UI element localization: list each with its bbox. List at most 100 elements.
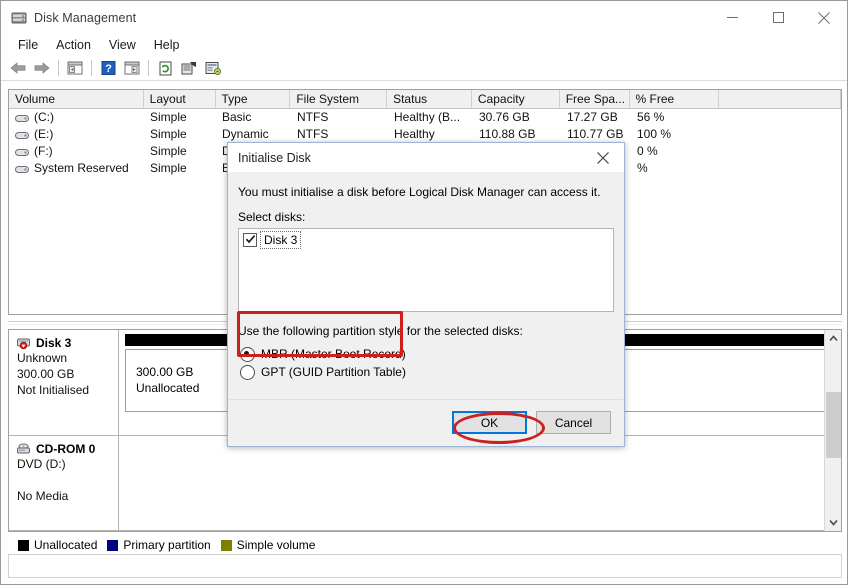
disk-drive-letter: DVD (D:) — [17, 457, 66, 471]
disk-name: CD-ROM 0 — [36, 442, 96, 456]
disk-info: Disk 3 Unknown 300.00 GB Not Initialised — [9, 330, 119, 436]
column-header-capacity[interactable]: Capacity — [472, 90, 560, 108]
volume-label: (C:) — [34, 110, 54, 124]
legend-swatch — [18, 539, 29, 551]
column-header-free-space[interactable]: Free Spa... — [560, 90, 630, 108]
column-header-status[interactable]: Status — [387, 90, 472, 108]
toolbar: ? — [1, 56, 847, 81]
disk-offline-icon — [17, 337, 34, 350]
menu-file[interactable]: File — [9, 36, 47, 54]
legend-swatch — [107, 539, 119, 551]
column-header-blank[interactable] — [719, 90, 841, 108]
ok-button[interactable]: OK — [452, 411, 527, 434]
radio-gpt[interactable] — [240, 364, 255, 380]
svg-text:?: ? — [105, 63, 112, 75]
graphical-view-scrollbar[interactable] — [824, 330, 841, 531]
capacity-cell: 30.76 GB — [479, 110, 530, 124]
column-header-volume[interactable]: Volume — [9, 90, 144, 108]
dialog-body: You must initialise a disk before Logica… — [228, 172, 624, 431]
file-system-cell: NTFS — [297, 110, 329, 124]
legend-bar: Unallocated Primary partition Simple vol… — [8, 534, 842, 555]
column-header-layout[interactable]: Layout — [144, 90, 216, 108]
toolbar-separator — [148, 60, 149, 76]
help-icon[interactable]: ? — [96, 57, 120, 79]
volume-list-header: Volume Layout Type File System Status Ca… — [9, 90, 841, 109]
dialog-title-bar: Initialise Disk — [228, 143, 624, 172]
volume-label: (E:) — [34, 127, 54, 141]
close-button[interactable] — [801, 1, 847, 34]
volume-icon — [15, 163, 30, 174]
scroll-thumb[interactable] — [826, 392, 841, 458]
volume-cell: (E:) — [9, 126, 144, 143]
radio-option-gpt[interactable]: GPT (GUID Partition Table) — [240, 363, 614, 381]
legend-item-primary-partition: Primary partition — [107, 538, 211, 552]
percent-free-cell: 100 % — [637, 127, 672, 141]
dialog-description: You must initialise a disk before Logica… — [238, 185, 601, 199]
status-bar — [8, 554, 842, 578]
type-cell: Dynamic — [222, 127, 269, 141]
initialise-disk-dialog: Initialise Disk You must initialise a di… — [227, 142, 625, 447]
show-hide-console-tree-icon[interactable] — [63, 57, 87, 79]
status-cell: Healthy (B... — [394, 110, 461, 124]
table-row[interactable]: (E:) Simple Dynamic NTFS Healthy 110.88 … — [9, 126, 841, 143]
free-space-cell: 17.27 GB — [567, 110, 618, 124]
disk-list-item-label: Disk 3 — [259, 231, 302, 249]
dialog-footer: OK Cancel — [229, 399, 623, 445]
column-header-percent-free[interactable]: % Free — [630, 90, 720, 108]
disk-init-state: Not Initialised — [17, 383, 90, 397]
disk-capacity: 300.00 GB — [17, 367, 75, 381]
forward-arrow-icon[interactable] — [30, 57, 54, 79]
disk-checkbox[interactable] — [243, 233, 257, 247]
percent-free-cell: % — [637, 161, 648, 175]
maximize-button[interactable] — [755, 1, 801, 34]
volume-cell: (C:) — [9, 109, 144, 126]
dialog-close-button[interactable] — [582, 143, 624, 172]
back-arrow-icon[interactable] — [6, 57, 30, 79]
legend-swatch — [220, 539, 232, 551]
file-system-cell: NTFS — [297, 127, 329, 141]
menu-view[interactable]: View — [100, 36, 145, 54]
disk-name: Disk 3 — [36, 336, 72, 350]
layout-cell: Simple — [150, 144, 187, 158]
layout-cell: Simple — [150, 161, 187, 175]
volume-icon — [15, 112, 30, 123]
disk-title: Disk 3 — [17, 336, 114, 350]
window-title: Disk Management — [34, 10, 137, 25]
menu-help[interactable]: Help — [145, 36, 189, 54]
legend-item-unallocated: Unallocated — [18, 538, 97, 552]
cancel-button[interactable]: Cancel — [536, 411, 611, 434]
percent-free-cell: 56 % — [637, 110, 665, 124]
radio-option-mbr[interactable]: MBR (Master Boot Record) — [240, 345, 614, 363]
capacity-cell: 110.88 GB — [479, 127, 536, 141]
show-hide-action-pane-icon[interactable] — [120, 57, 144, 79]
disk-row-cdrom-0[interactable]: CD-ROM 0 DVD (D:) No Media — [9, 436, 841, 531]
legend-label: Unallocated — [34, 538, 98, 552]
minimize-button[interactable] — [709, 1, 755, 34]
select-disks-label: Select disks: — [238, 210, 306, 224]
type-cell: Basic — [222, 110, 252, 124]
disk-capacity — [17, 472, 114, 488]
table-row[interactable]: (C:) Simple Basic NTFS Healthy (B... 30.… — [9, 109, 841, 126]
disk-info: CD-ROM 0 DVD (D:) No Media — [9, 436, 119, 531]
radio-mbr[interactable] — [240, 346, 255, 362]
volume-icon — [15, 146, 30, 157]
rescan-disks-icon[interactable] — [201, 57, 225, 79]
scroll-up-button[interactable] — [825, 330, 841, 347]
toolbar-separator — [91, 60, 92, 76]
radio-gpt-label: GPT (GUID Partition Table) — [261, 365, 406, 379]
refresh-icon[interactable] — [153, 57, 177, 79]
column-header-type[interactable]: Type — [216, 90, 291, 108]
window-controls — [709, 1, 847, 34]
layout-cell: Simple — [150, 127, 187, 141]
scroll-down-button[interactable] — [825, 514, 841, 531]
disk-select-list[interactable]: Disk 3 — [238, 228, 614, 312]
volume-label: (F:) — [34, 144, 53, 158]
disk-list-item[interactable]: Disk 3 — [243, 231, 609, 249]
legend-item-simple-volume: Simple volume — [220, 538, 315, 552]
percent-free-cell: 0 % — [637, 144, 658, 158]
menu-action[interactable]: Action — [47, 36, 100, 54]
column-header-file-system[interactable]: File System — [290, 90, 388, 108]
properties-icon[interactable] — [177, 57, 201, 79]
cdrom-icon — [17, 443, 34, 456]
disk-status: Unknown — [17, 351, 68, 365]
